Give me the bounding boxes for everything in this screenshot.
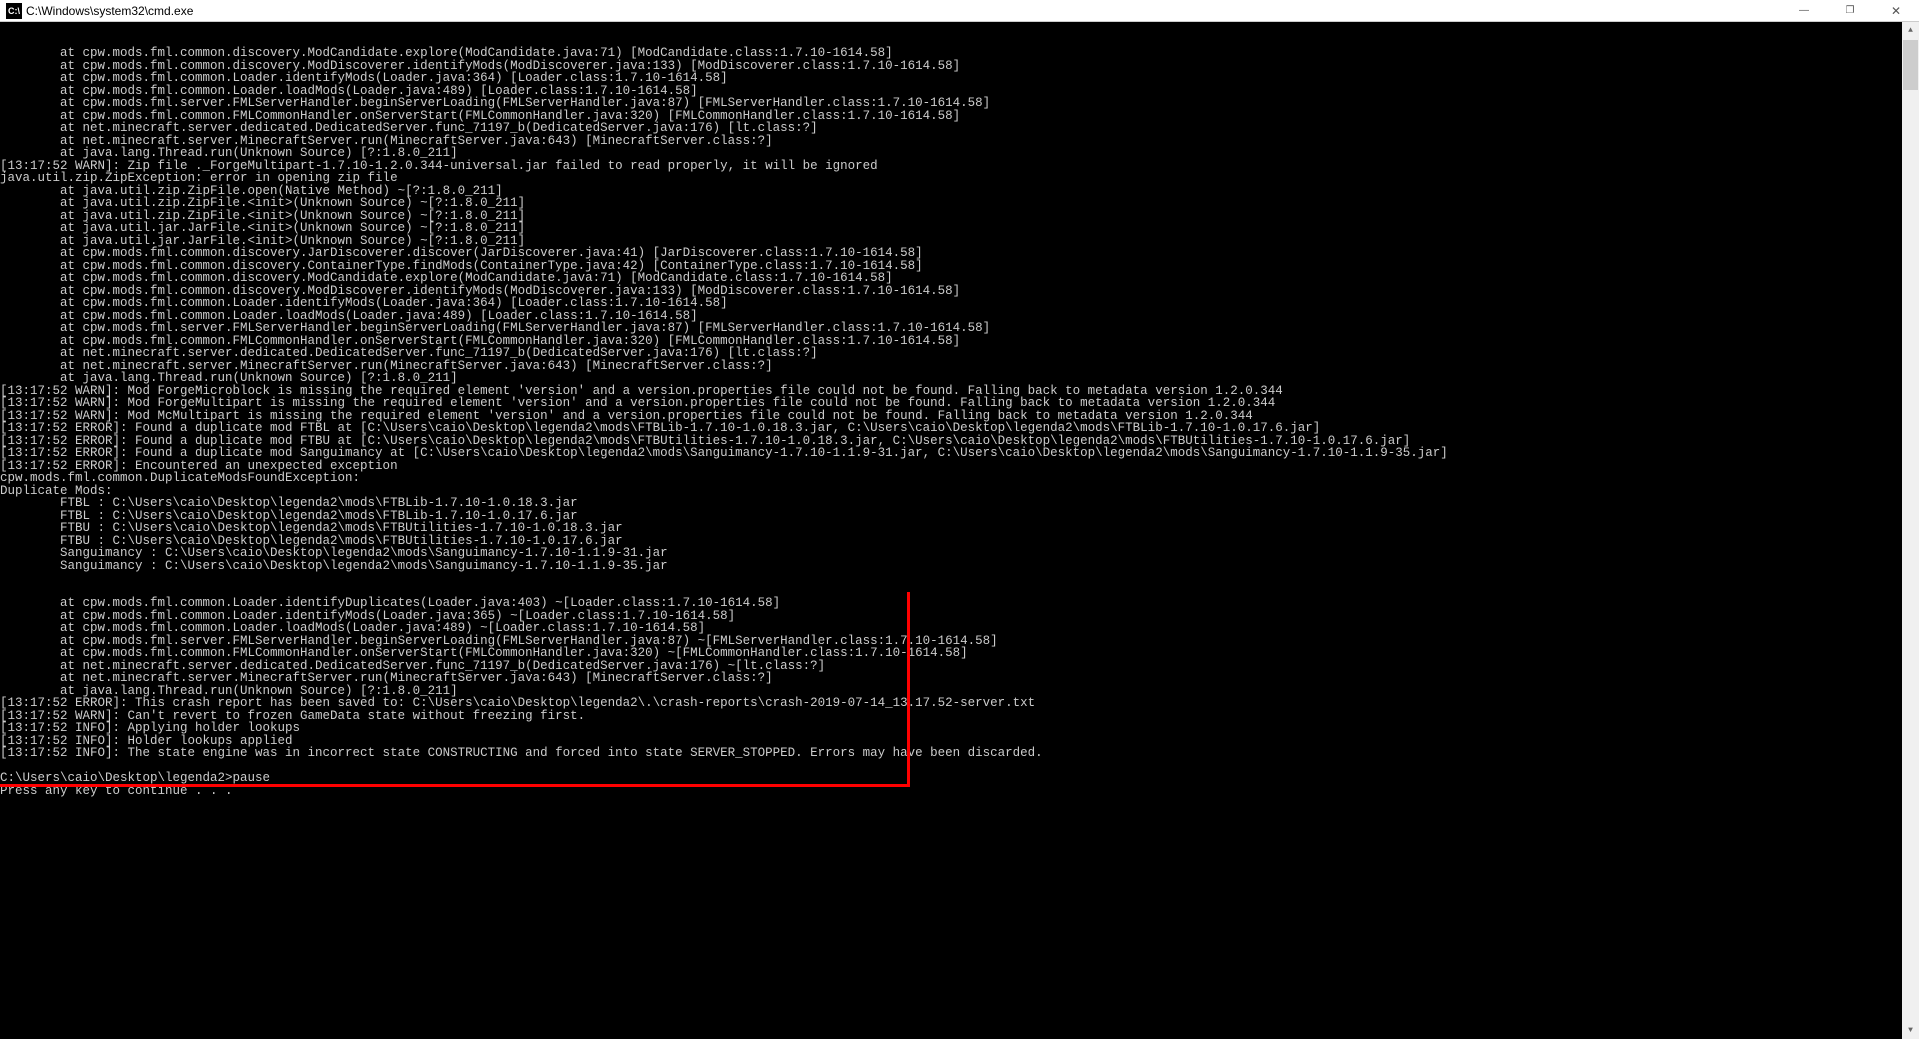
scrollbar-thumb[interactable] — [1903, 40, 1918, 90]
scroll-up-arrow[interactable]: ▲ — [1902, 22, 1919, 39]
close-button[interactable]: ✕ — [1873, 0, 1919, 21]
maximize-button[interactable]: ❐ — [1827, 0, 1873, 21]
scroll-down-arrow[interactable]: ▼ — [1902, 1022, 1919, 1039]
vertical-scrollbar[interactable]: ▲ ▼ — [1902, 22, 1919, 1039]
terminal-content: at cpw.mods.fml.common.discovery.ModCand… — [0, 47, 1902, 797]
terminal-container: at cpw.mods.fml.common.discovery.ModCand… — [0, 22, 1919, 1039]
window-title: C:\Windows\system32\cmd.exe — [26, 4, 1781, 18]
window-controls: — ❐ ✕ — [1781, 0, 1919, 21]
minimize-button[interactable]: — — [1781, 0, 1827, 21]
cmd-icon: C:\ — [6, 3, 22, 19]
window-title-bar: C:\ C:\Windows\system32\cmd.exe — ❐ ✕ — [0, 0, 1919, 22]
terminal-output[interactable]: at cpw.mods.fml.common.discovery.ModCand… — [0, 22, 1902, 1039]
